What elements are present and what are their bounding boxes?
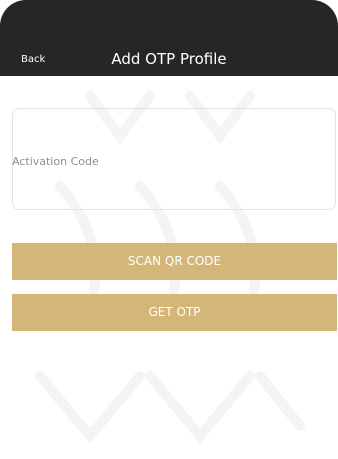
activation-code-input[interactable]	[12, 152, 312, 170]
app-header: Back Add OTP Profile	[0, 0, 338, 76]
scan-qr-code-button[interactable]: SCAN QR CODE	[12, 243, 337, 280]
get-otp-button[interactable]: GET OTP	[12, 294, 337, 331]
page-title: Add OTP Profile	[111, 50, 227, 68]
